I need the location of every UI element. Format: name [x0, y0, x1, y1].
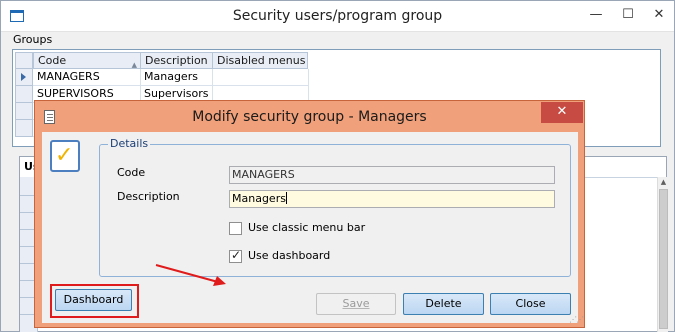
row-selector[interactable]: [15, 69, 33, 86]
column-header-description[interactable]: Description: [140, 52, 213, 69]
table-row[interactable]: MANAGERS Managers: [15, 69, 309, 86]
details-legend: Details: [108, 137, 151, 150]
close-button[interactable]: Close: [490, 293, 571, 315]
save-button[interactable]: Save: [316, 293, 396, 315]
scrollbar-thumb[interactable]: [659, 189, 668, 329]
use-classic-menu-bar-checkbox[interactable]: [229, 222, 242, 235]
code-label: Code: [117, 166, 146, 179]
save-button-label: Save: [342, 297, 370, 310]
code-field[interactable]: MANAGERS: [229, 166, 555, 184]
use-dashboard-label[interactable]: Use dashboard: [248, 249, 330, 262]
checkmark-icon: ✓: [231, 248, 242, 262]
dialog-body: ✓ Details Code MANAGERS Description Mana…: [42, 132, 584, 324]
current-row-icon: [21, 73, 26, 81]
groups-label: Groups: [13, 33, 53, 46]
users-vertical-scrollbar[interactable]: ▲: [657, 177, 668, 332]
description-label: Description: [117, 190, 180, 203]
resize-grip-icon[interactable]: ⋰⋰: [569, 315, 584, 324]
modify-security-group-dialog: Modify security group - Managers ✕ ✓ Det…: [34, 100, 585, 328]
row-selector[interactable]: [15, 120, 33, 137]
window-title-bar[interactable]: Security users/program group — ☐ ✕: [1, 1, 674, 32]
row-selector[interactable]: [15, 103, 33, 120]
description-value: Managers: [232, 192, 286, 205]
column-header-disabled-menus[interactable]: Disabled menus: [212, 52, 308, 69]
scroll-up-icon[interactable]: ▲: [658, 177, 669, 188]
dialog-close-button[interactable]: ✕: [541, 102, 583, 123]
checklist-icon: ✓: [50, 140, 80, 172]
text-caret: [285, 192, 287, 204]
window-close-button[interactable]: ✕: [644, 1, 674, 31]
minimize-button[interactable]: —: [581, 1, 611, 31]
dialog-title-bar[interactable]: Modify security group - Managers ✕: [35, 101, 584, 133]
cell-disabled-menus[interactable]: [212, 69, 309, 86]
checkmark-icon: ✓: [55, 143, 74, 168]
annotation-arrow-icon: [155, 264, 226, 286]
dialog-title: Modify security group - Managers: [192, 109, 427, 125]
details-groupbox: [99, 144, 571, 277]
use-classic-menu-bar-label[interactable]: Use classic menu bar: [248, 221, 365, 234]
column-header-code[interactable]: Code ▲: [33, 52, 141, 69]
window-title: Security users/program group: [232, 8, 443, 24]
delete-button[interactable]: Delete: [403, 293, 484, 315]
row-selector-header: [15, 52, 33, 69]
cell-description[interactable]: Managers: [140, 69, 213, 86]
cell-code[interactable]: MANAGERS: [33, 69, 141, 86]
dashboard-button[interactable]: Dashboard: [55, 289, 132, 311]
maximize-button[interactable]: ☐: [613, 1, 643, 31]
row-selector[interactable]: [15, 86, 33, 103]
description-field[interactable]: Managers: [229, 190, 555, 208]
